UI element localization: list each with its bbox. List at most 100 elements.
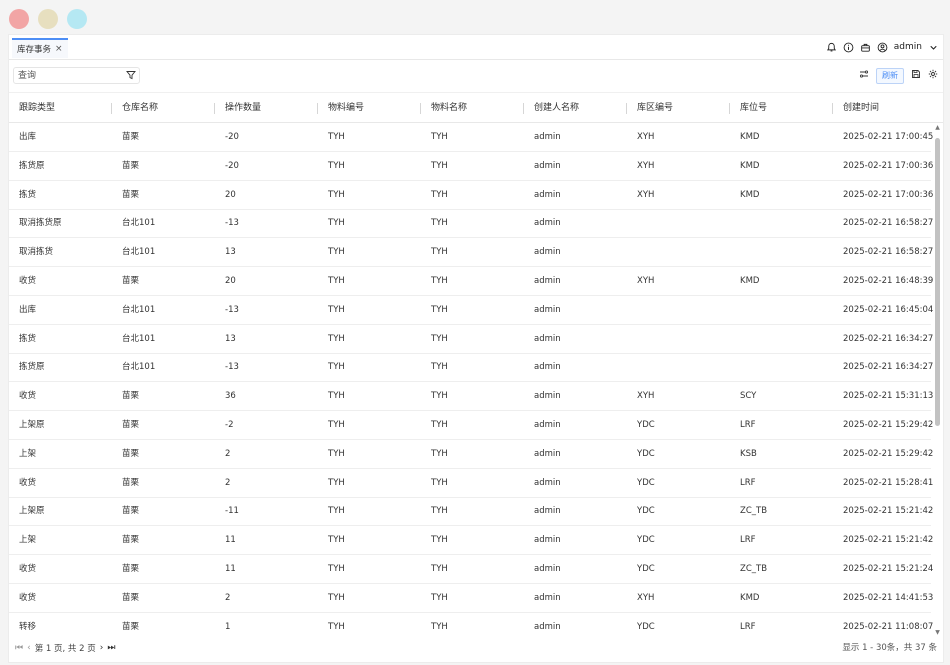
vertical-scrollbar[interactable]: ▲ ▼ <box>933 124 942 636</box>
briefcase-icon[interactable] <box>860 42 871 53</box>
table-cell: admin <box>534 420 561 430</box>
table-cell: 上架 <box>19 448 37 459</box>
tab-close-icon[interactable]: × <box>55 44 63 54</box>
table-cell: TYH <box>328 276 345 286</box>
info-icon[interactable] <box>843 42 854 53</box>
column-header[interactable]: 物料名称 <box>421 93 524 123</box>
scrollbar-thumb[interactable] <box>935 138 940 426</box>
table-cell: 2025-02-21 16:58:27 <box>843 218 934 229</box>
tab-inventory-transactions[interactable]: 库存事务 × <box>12 38 68 58</box>
table-cell <box>627 296 730 324</box>
table-cell: 2025-02-21 16:34:27 <box>843 333 934 344</box>
table-cell: ZC_TB <box>740 564 768 574</box>
table-cell: admin <box>534 621 561 632</box>
column-header[interactable]: 仓库名称 <box>112 93 215 123</box>
toolbar: 刷新 <box>9 61 943 91</box>
close-window-dot[interactable] <box>9 9 29 29</box>
table-cell: admin <box>534 218 561 229</box>
table-cell: TYH <box>328 160 345 171</box>
column-header[interactable]: 库区编号 <box>627 93 730 123</box>
table-row[interactable]: 取消拣货 台北101 13 TYH TYH admin 2025-02-21 16:58:2… <box>9 238 933 268</box>
table-cell: 36 <box>225 391 236 402</box>
save-icon[interactable] <box>911 69 921 82</box>
table-row[interactable]: 转移 苗栗 1 TYH TYH admin YDC LRF 2025-02-21 11:08:0… <box>9 613 933 636</box>
column-header-label: 操作数量 <box>225 103 262 113</box>
scroll-down-arrow-icon[interactable]: ▼ <box>934 629 941 636</box>
table-cell: 出库 <box>19 304 37 315</box>
table-cell: TYH <box>328 247 345 258</box>
table-row[interactable]: 收货 苗栗 20 TYH TYH admin XYH KMD 2025-02-21 16:48:… <box>9 267 933 296</box>
table-row[interactable]: 收货 苗栗 2 TYH TYH admin XYH KMD 2025-02-21 14:41:5… <box>9 584 933 613</box>
column-header[interactable]: 跟踪类型 <box>9 93 112 123</box>
table-cell: KMD <box>740 160 760 171</box>
table-cell: 2025-02-21 17:00:45 <box>843 132 934 142</box>
column-header-label: 创建人名称 <box>534 103 580 113</box>
refresh-button[interactable]: 刷新 <box>876 67 904 84</box>
table-cell: admin <box>534 304 561 315</box>
prev-page-icon[interactable]: ‹ <box>27 643 31 653</box>
table-row[interactable]: 收货 苗栗 11 TYH TYH admin YDC ZC_TB 2025-02-21 15:2… <box>9 555 933 584</box>
table-row[interactable]: 收货 苗栗 36 TYH TYH admin XYH SCY 2025-02-21 15:31:… <box>9 382 933 412</box>
column-header[interactable]: 创建人名称 <box>524 93 627 123</box>
table-row[interactable]: 上架 苗栗 11 TYH TYH admin YDC LRF 2025-02-21 15:21:… <box>9 526 933 556</box>
first-page-icon[interactable]: ⏮ <box>15 643 23 653</box>
user-avatar-icon[interactable] <box>877 42 888 53</box>
next-page-icon[interactable]: › <box>100 643 104 653</box>
last-page-icon[interactable]: ⏭ <box>107 643 115 653</box>
table-row[interactable]: 拣货原 苗栗 -20 TYH TYH admin XYH KMD 2025-02-21 17:0… <box>9 152 933 181</box>
table-cell: TYH <box>431 333 448 344</box>
table-cell: XYH <box>637 592 655 603</box>
column-header[interactable]: 物料编号 <box>318 93 421 123</box>
column-settings-icon[interactable] <box>859 69 869 82</box>
scroll-up-arrow-icon[interactable]: ▲ <box>934 124 941 131</box>
table-row[interactable]: 出库 台北101 -13 TYH TYH admin 2025-02-21 16:45:04 <box>9 296 933 325</box>
column-header[interactable]: 创建时间 <box>833 93 943 123</box>
table-cell: KMD <box>740 132 760 142</box>
table-row[interactable]: 拣货 苗栗 20 TYH TYH admin XYH KMD 2025-02-21 17:00:… <box>9 181 933 210</box>
table-cell: 拣货 <box>19 189 37 200</box>
chevron-down-icon[interactable] <box>928 42 939 53</box>
table-cell: TYH <box>431 132 448 142</box>
minimize-window-dot[interactable] <box>38 9 58 29</box>
table-row[interactable]: 上架 苗栗 2 TYH TYH admin YDC KSB 2025-02-21 15:29:4… <box>9 440 933 469</box>
table-cell: 2025-02-21 16:34:27 <box>843 362 934 373</box>
table-cell: KSB <box>740 448 757 459</box>
table-cell: 收货 <box>19 391 37 402</box>
table-cell: admin <box>534 333 561 344</box>
table-row[interactable]: 上架原 苗栗 -11 TYH TYH admin YDC ZC_TB 2025-02-21 15… <box>9 497 933 527</box>
bell-icon[interactable] <box>826 42 837 53</box>
search-input[interactable] <box>14 68 126 83</box>
table-cell: 拣货原 <box>19 160 45 171</box>
gear-icon[interactable] <box>928 69 938 82</box>
table-cell: TYH <box>328 477 345 488</box>
table-cell: 2025-02-21 15:21:42 <box>843 535 934 546</box>
table-cell: YDC <box>637 535 655 546</box>
table-cell: TYH <box>431 448 448 459</box>
table-row[interactable]: 取消拣货原 台北101 -13 TYH TYH admin 2025-02-21 16:58… <box>9 209 933 239</box>
user-name[interactable]: admin <box>894 42 922 52</box>
table-cell: 苗栗 <box>122 420 140 430</box>
table-row[interactable]: 收货 苗栗 2 TYH TYH admin YDC LRF 2025-02-21 15:28:4… <box>9 469 933 498</box>
header-actions: admin <box>826 35 939 59</box>
maximize-window-dot[interactable] <box>67 9 87 29</box>
table-row[interactable]: 拣货 台北101 13 TYH TYH admin 2025-02-21 16:34:27 <box>9 325 933 354</box>
table-cell: 2025-02-21 17:00:36 <box>843 189 934 200</box>
table-cell: 收货 <box>19 276 37 286</box>
table-cell: 2025-02-21 11:08:07 <box>843 621 934 632</box>
table-cell: 拣货原 <box>19 362 45 373</box>
column-header[interactable]: 库位号 <box>730 93 833 123</box>
table-cell: 上架原 <box>19 420 45 430</box>
table-cell: KMD <box>740 189 760 200</box>
table-row[interactable]: 出库 苗栗 -20 TYH TYH admin XYH KMD 2025-02-21 17:00… <box>9 123 933 152</box>
filter-icon[interactable] <box>126 70 136 83</box>
table-row[interactable]: 拣货原 台北101 -13 TYH TYH admin 2025-02-21 16:34:2… <box>9 353 933 383</box>
column-header[interactable]: 操作数量 <box>215 93 318 123</box>
table-cell: 台北101 <box>122 218 156 229</box>
table-cell: 11 <box>225 535 236 546</box>
table-cell: 2 <box>225 448 231 459</box>
table-cell: -11 <box>225 506 239 517</box>
table-cell: 2 <box>225 592 231 603</box>
table-row[interactable]: 上架原 苗栗 -2 TYH TYH admin YDC LRF 2025-02-21 15:29… <box>9 411 933 440</box>
table-cell: TYH <box>431 535 448 546</box>
table-cell: XYH <box>637 160 655 171</box>
